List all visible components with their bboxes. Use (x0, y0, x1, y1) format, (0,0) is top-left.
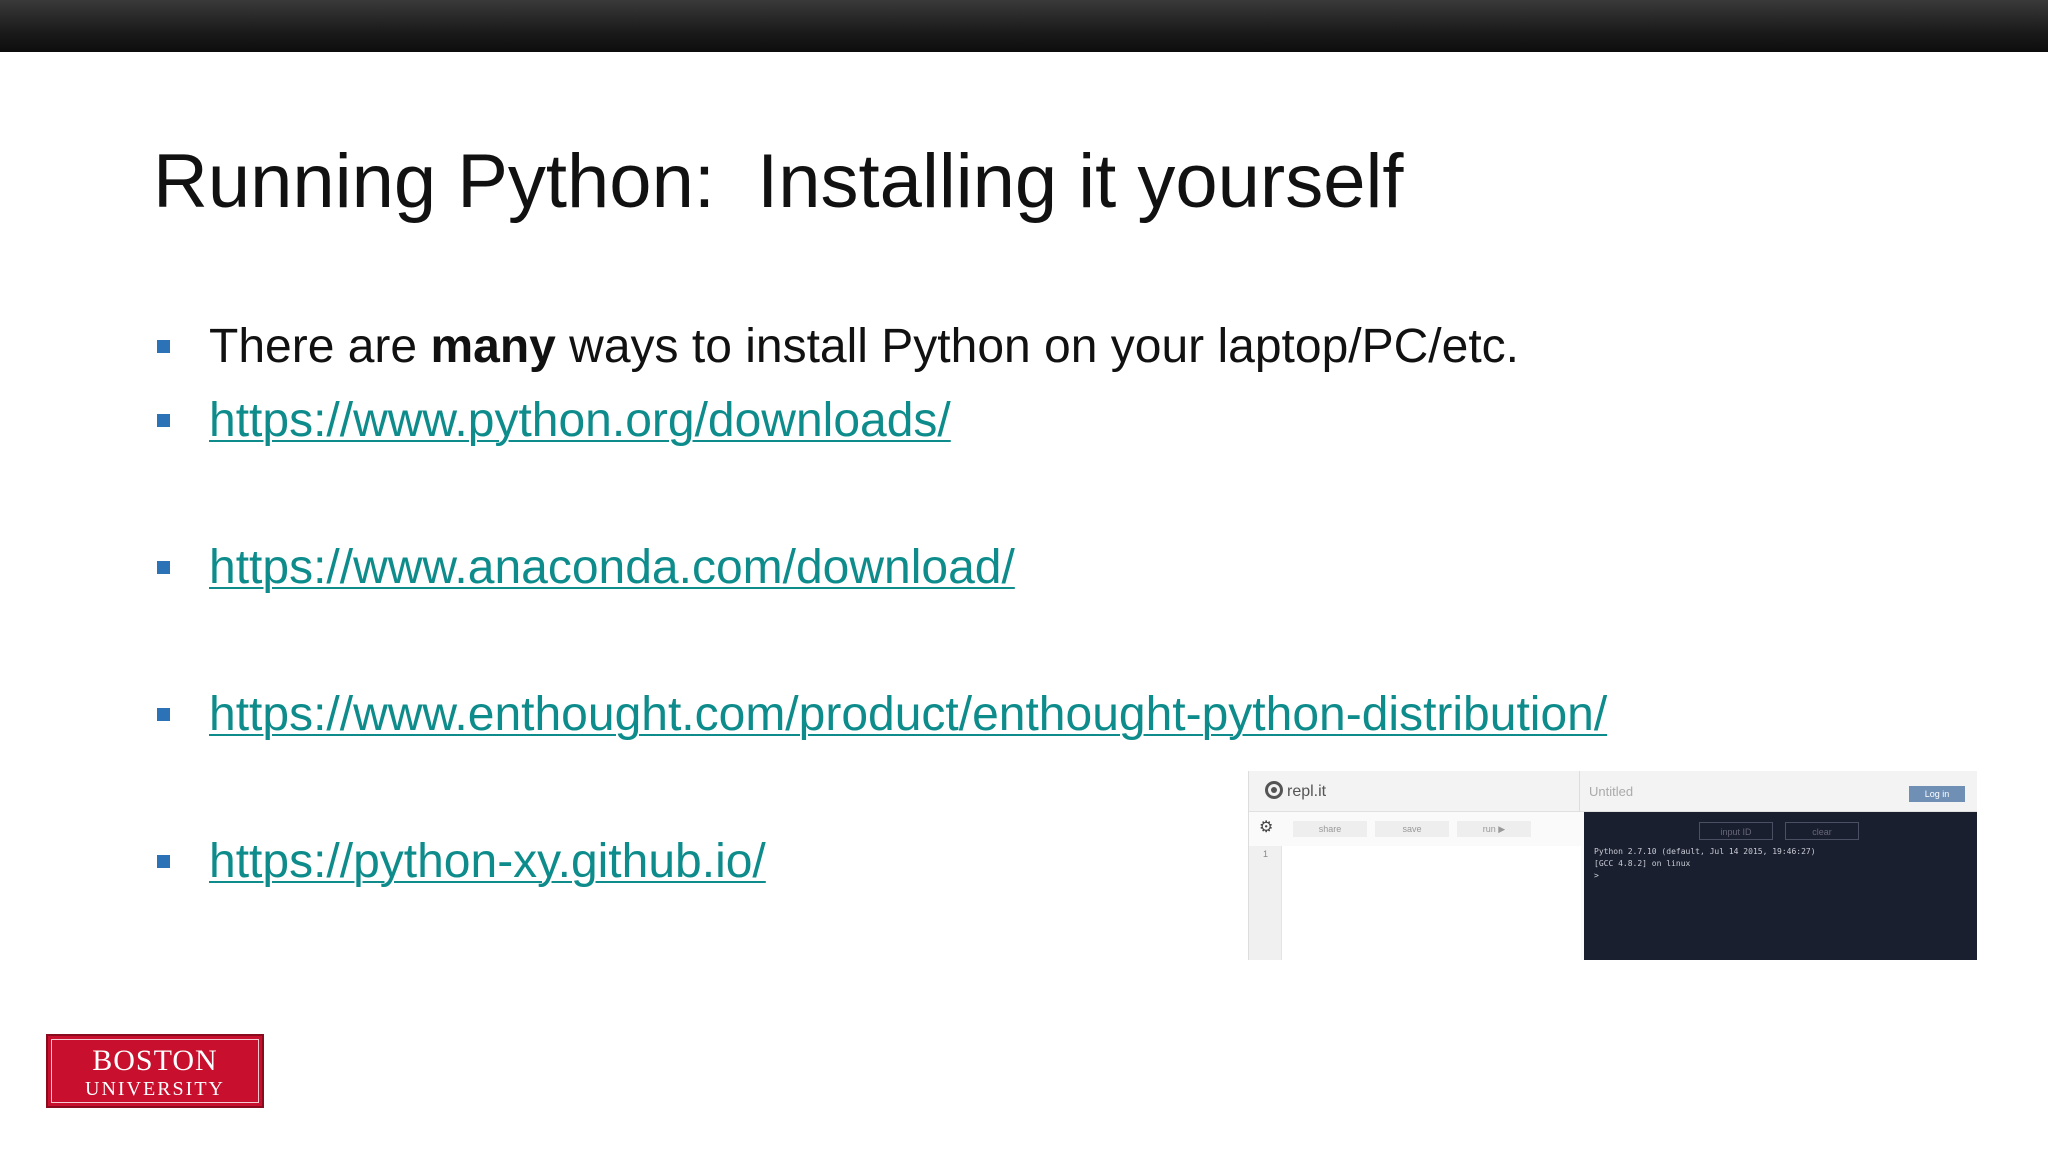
repl-header-divider (1579, 771, 1580, 811)
repl-gutter (1249, 846, 1282, 960)
repl-logo-icon (1265, 781, 1283, 799)
bullet-intro-pre: There are (209, 320, 431, 373)
repl-console-line: [GCC 4.8.2] on linux (1594, 859, 1691, 868)
repl-share-button: share (1293, 821, 1367, 837)
link-python-xy[interactable]: https://python-xy.github.io/ (209, 835, 766, 888)
link-python-org[interactable]: https://www.python.org/downloads/ (209, 394, 951, 447)
gear-icon: ⚙ (1259, 819, 1274, 836)
bullet-marker (157, 855, 170, 868)
link-enthought[interactable]: https://www.enthought.com/product/enthou… (209, 688, 1607, 741)
repl-login-button: Log in (1909, 786, 1965, 802)
repl-run-button: run ▶ (1457, 821, 1531, 837)
repl-save-button: save (1375, 821, 1449, 837)
repl-clear-button: clear (1785, 822, 1859, 840)
bullet-text-intro: There are many ways to install Python on… (209, 323, 1519, 371)
repl-logo-text: repl.it (1287, 783, 1327, 800)
link-anaconda[interactable]: https://www.anaconda.com/download/ (209, 541, 1015, 594)
bullet-python-org: https://www.python.org/downloads/ (209, 397, 951, 445)
boston-university-logo: BOSTON UNIVERSITY (46, 1034, 264, 1108)
bullet-anaconda: https://www.anaconda.com/download/ (209, 544, 1015, 592)
bullet-intro-bold: many (430, 320, 556, 373)
logo-line-university: UNIVERSITY (85, 1078, 225, 1100)
repl-screenshot: repl.it Untitled Log in ⚙ share save run… (1248, 771, 1977, 960)
bullet-python-xy: https://python-xy.github.io/ (209, 838, 766, 886)
repl-line-number: 1 (1263, 849, 1269, 859)
bullet-marker (157, 561, 170, 574)
bullet-marker (157, 340, 170, 353)
logo-line-boston: BOSTON (92, 1044, 218, 1077)
repl-editor (1249, 846, 1581, 960)
slide-title: Running Python: Installing it yourself (153, 139, 1404, 224)
repl-console-line: > (1594, 871, 1599, 880)
repl-doc-title: Untitled (1589, 784, 1634, 799)
bullet-intro-post: ways to install Python on your laptop/PC… (555, 320, 1519, 373)
bullet-marker (157, 708, 170, 721)
repl-input-button: input ID (1699, 822, 1773, 840)
bullet-marker (157, 414, 170, 427)
top-bar (0, 0, 2048, 52)
repl-console (1584, 812, 1977, 960)
bullet-enthought: https://www.enthought.com/product/enthou… (209, 691, 1607, 739)
repl-console-line: Python 2.7.10 (default, Jul 14 2015, 19:… (1594, 847, 1816, 856)
